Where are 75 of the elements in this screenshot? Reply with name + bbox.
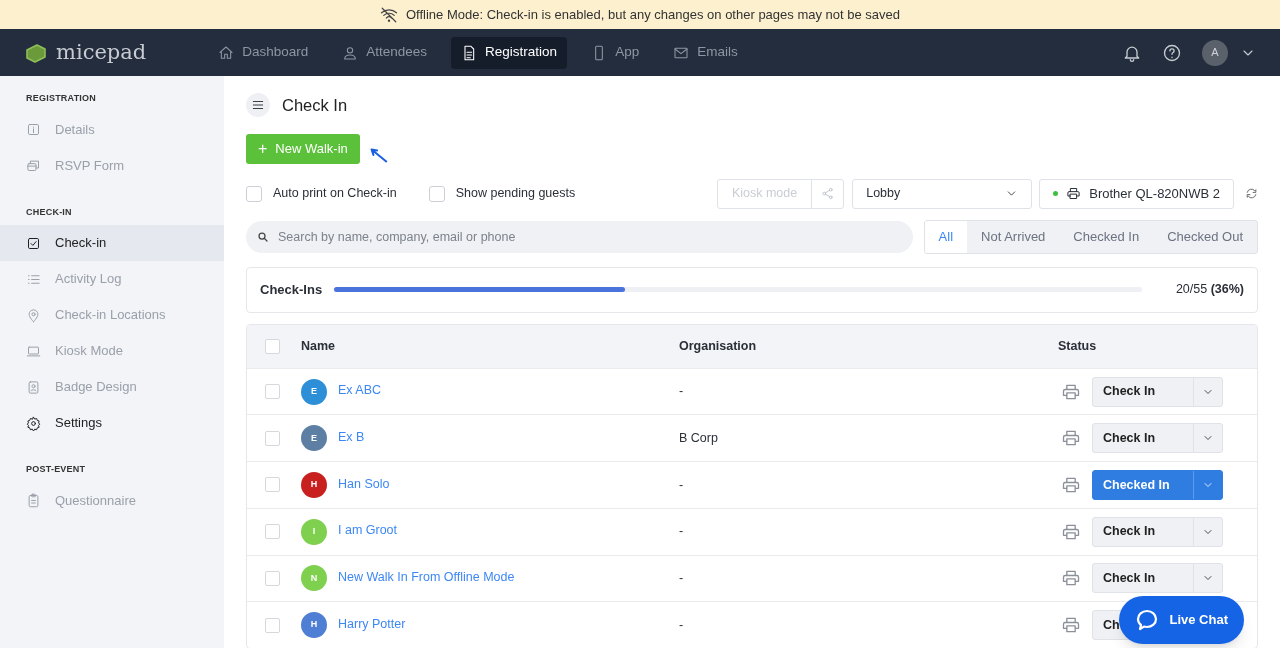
location-dropdown[interactable]: Lobby <box>852 178 1033 209</box>
checkbox[interactable] <box>265 570 280 586</box>
avatar: E <box>301 425 327 452</box>
logo: micepad <box>56 38 147 66</box>
printer-button[interactable]: Brother QL-820NWB 2 <box>1039 178 1234 209</box>
location-pin-icon <box>26 307 41 323</box>
refresh-icon[interactable] <box>1245 187 1258 201</box>
checkbox[interactable] <box>246 185 262 202</box>
section-heading: REGISTRATION <box>25 92 98 105</box>
avatar: H <box>301 471 327 498</box>
live-chat-button[interactable]: Live Chat <box>1119 596 1244 644</box>
table-cell-text: - <box>679 616 685 634</box>
column-header: Status <box>1058 337 1097 355</box>
attendee-name-link[interactable]: Ex B <box>338 429 365 444</box>
sidebar-item[interactable]: Settings <box>0 405 224 441</box>
no-wifi-icon <box>379 5 398 24</box>
settings-icon <box>26 415 41 431</box>
filter-tab[interactable]: Not Arrived <box>967 220 1060 253</box>
search-icon <box>257 230 269 243</box>
filter-tab[interactable]: All <box>924 220 968 253</box>
offline-mode-message: Offline Mode: Check-in is enabled, but any changes on other pages may not be saved <box>405 5 901 24</box>
avatar: I <box>301 518 327 545</box>
avatar: E <box>301 378 327 405</box>
nav-tab[interactable]: App <box>581 36 650 69</box>
info-icon <box>26 122 41 137</box>
progress-count: 20/55 (36%) <box>1175 281 1244 299</box>
checkbox[interactable] <box>428 185 445 202</box>
menu-button[interactable] <box>246 93 270 118</box>
nav-tab[interactable]: Registration <box>451 36 568 69</box>
filter-tab[interactable]: Checked Out <box>1153 220 1257 253</box>
badge-icon <box>26 379 41 395</box>
checkbox-icon <box>26 235 41 251</box>
home-icon <box>218 44 235 61</box>
new-walk-in-button[interactable]: + New Walk-in <box>246 133 360 164</box>
forms-icon <box>26 158 41 173</box>
search-field[interactable]: Search by name, company, email or phone <box>246 220 913 253</box>
column-header: Name <box>301 337 337 355</box>
progress-label: Check-Ins <box>260 281 323 299</box>
section-heading: POST-EVENT <box>25 463 87 476</box>
section-heading: CHECK-IN <box>25 205 73 219</box>
attendee-name-link[interactable]: Harry Potter <box>338 616 406 631</box>
help-icon[interactable] <box>1162 42 1182 63</box>
user-icon <box>342 44 359 61</box>
page-title: Check In <box>282 95 348 116</box>
attendee-name-link[interactable]: Ex ABC <box>338 383 382 398</box>
chat-bubble-icon <box>1135 608 1160 632</box>
printer-icon <box>1066 186 1082 202</box>
table-cell-text: - <box>679 383 685 401</box>
avatar: H <box>301 612 327 639</box>
sidebar-item[interactable]: Check-in <box>0 225 224 261</box>
table-cell-text: - <box>679 476 685 494</box>
checkbox-label: Auto print on Check-in <box>273 185 397 203</box>
attendee-name-link[interactable]: I am Groot <box>338 523 398 538</box>
laptop-icon <box>26 343 41 359</box>
table-cell-text: - <box>679 523 685 541</box>
share-icon <box>821 187 835 201</box>
nav-tab[interactable]: Dashboard <box>208 36 319 69</box>
nav-tab[interactable]: Attendees <box>332 36 438 69</box>
avatar[interactable]: A <box>1202 39 1228 66</box>
checkbox[interactable] <box>265 617 280 633</box>
nav-tab[interactable]: Emails <box>663 36 748 69</box>
checkbox[interactable] <box>265 384 280 400</box>
checkbox-label: Show pending guests <box>455 185 576 203</box>
clipboard-icon <box>26 493 41 508</box>
attendee-name-link[interactable]: New Walk In From Offline Mode <box>338 569 515 584</box>
column-header: Organisation <box>679 337 758 355</box>
filter-tab[interactable]: Checked In <box>1059 220 1154 253</box>
avatar: N <box>301 565 327 592</box>
checkbox[interactable] <box>265 338 280 354</box>
checkbox[interactable] <box>265 477 280 493</box>
checkbox[interactable] <box>265 524 280 540</box>
table-cell-text: B Corp <box>679 429 719 447</box>
attendee-name-link[interactable]: Han Solo <box>338 476 390 491</box>
checkbox[interactable] <box>265 430 280 446</box>
table-cell-text: - <box>679 569 685 587</box>
